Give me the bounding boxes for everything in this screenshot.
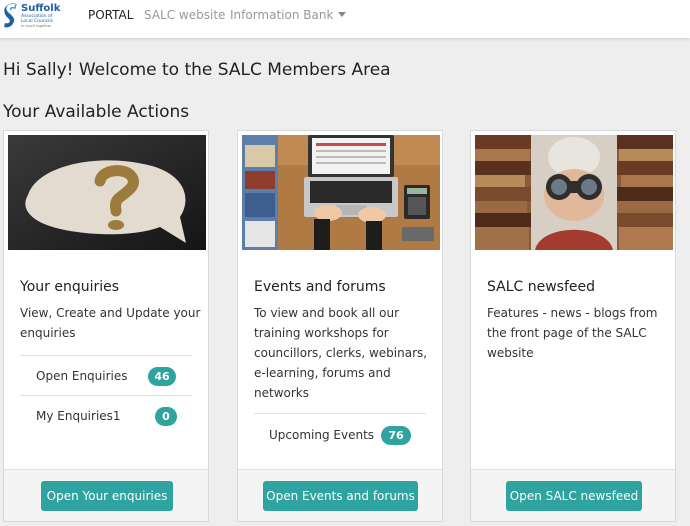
card-your-enquiries: Your enquiries View, Create and Update y… bbox=[3, 130, 209, 522]
top-navbar: Suffolk Association of Local Councils in… bbox=[0, 0, 690, 38]
card-image-binoculars bbox=[475, 135, 673, 250]
stat-upcoming-events-label[interactable]: Upcoming Events bbox=[269, 428, 374, 442]
my-enquiries-count-badge: 0 bbox=[155, 407, 177, 426]
open-your-enquiries-button[interactable]: Open Your enquiries bbox=[41, 481, 173, 511]
open-enquiries-count-badge: 46 bbox=[148, 367, 176, 386]
logo-tagline: in touch together bbox=[21, 24, 52, 28]
nav-portal[interactable]: PORTAL bbox=[88, 8, 133, 22]
open-events-and-forums-button[interactable]: Open Events and forums bbox=[263, 481, 418, 511]
chevron-down-icon bbox=[338, 12, 347, 17]
logo-title: Suffolk bbox=[21, 3, 61, 14]
card-events-and-forums: Events and forums To view and book all o… bbox=[237, 130, 443, 522]
divider bbox=[20, 355, 192, 356]
card-image-laptop bbox=[242, 135, 440, 250]
card-footer: Open SALC newsfeed bbox=[471, 469, 675, 521]
card-salc-newsfeed: SALC newsfeed Features - news - blogs fr… bbox=[470, 130, 676, 522]
card-description: Features - news - blogs from the front p… bbox=[487, 306, 658, 360]
card-title: Your enquiries bbox=[20, 279, 120, 295]
divider bbox=[20, 395, 192, 396]
stat-open-enquiries-label[interactable]: Open Enquiries bbox=[36, 369, 128, 383]
welcome-greeting: Hi Sally! Welcome to the SALC Members Ar… bbox=[3, 60, 391, 80]
laptop-desk-image-icon bbox=[242, 135, 440, 250]
card-title: SALC newsfeed bbox=[487, 279, 596, 295]
stat-my-enquiries-label[interactable]: My Enquiries1 bbox=[36, 409, 121, 423]
nav-salc-website[interactable]: SALC website bbox=[144, 8, 225, 22]
card-footer: Open Your enquiries bbox=[4, 469, 208, 521]
suffolk-s-logo-icon bbox=[4, 3, 17, 28]
question-mark-image-icon bbox=[8, 135, 206, 250]
card-title: Events and forums bbox=[254, 279, 386, 295]
divider bbox=[254, 413, 426, 414]
nav-information-bank[interactable]: Information Bank bbox=[230, 8, 347, 22]
section-title: Your Available Actions bbox=[3, 102, 190, 122]
card-description: View, Create and Update your enquiries bbox=[20, 306, 201, 340]
card-footer: Open Events and forums bbox=[238, 469, 442, 521]
card-image-question-mark bbox=[8, 135, 206, 250]
binoculars-books-image-icon bbox=[475, 135, 673, 250]
card-description: To view and book all our training worksh… bbox=[254, 306, 428, 400]
upcoming-events-count-badge: 76 bbox=[381, 426, 411, 445]
open-salc-newsfeed-button[interactable]: Open SALC newsfeed bbox=[506, 481, 642, 511]
nav-information-bank-label: Information Bank bbox=[230, 8, 334, 22]
salc-logo[interactable]: Suffolk Association of Local Councils in… bbox=[3, 1, 65, 31]
